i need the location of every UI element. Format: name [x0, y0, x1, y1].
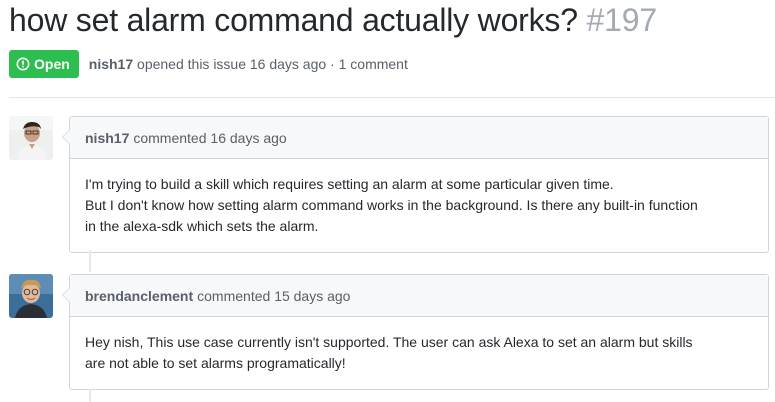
issue-author-link[interactable]: nish17: [89, 56, 133, 72]
comment-action: commented: [133, 129, 207, 146]
comment-body-line: Hey nish, This use case currently isn't …: [85, 334, 693, 350]
issue-title-text: how set alarm command actually works?: [9, 2, 578, 38]
comment-body-line: I'm trying to build a skill which requir…: [85, 176, 614, 192]
comment-time[interactable]: 15 days ago: [274, 288, 350, 304]
comment-body-line: in the alexa-sdk which sets the alarm.: [85, 218, 319, 234]
issue-opened-icon: [16, 57, 30, 71]
avatar[interactable]: [9, 274, 53, 318]
timeline-connector: [89, 250, 91, 272]
issue-opened-text: opened this issue 16 days ago · 1 commen…: [137, 56, 408, 72]
comment-header: nish17 commented 16 days ago: [70, 117, 768, 159]
comment-body-line: But I don't know how setting alarm comma…: [85, 197, 698, 213]
issue-meta-text: nish17 opened this issue 16 days ago · 1…: [89, 56, 408, 72]
comment-body-line: are not able to set alarms programatical…: [85, 355, 346, 371]
issue-number: #197: [586, 2, 658, 38]
comment-body: I'm trying to build a skill which requir…: [70, 159, 768, 252]
issue-meta: Open nish17 opened this issue 16 days ag…: [9, 50, 408, 78]
issue-title: how set alarm command actually works? #1…: [9, 2, 657, 39]
comment-action: commented: [197, 287, 271, 304]
comment-author[interactable]: brendanclement: [85, 288, 193, 304]
comment-header: brendanclement commented 15 days ago: [70, 275, 768, 317]
status-badge: Open: [9, 50, 79, 78]
status-badge-label: Open: [34, 56, 70, 72]
comment-author[interactable]: nish17: [85, 130, 129, 146]
comment: nish17 commented 16 days ago I'm trying …: [62, 116, 769, 253]
comment-time[interactable]: 16 days ago: [210, 130, 286, 146]
header-divider: [9, 97, 775, 98]
comment: brendanclement commented 15 days ago Hey…: [62, 274, 769, 390]
comment-body: Hey nish, This use case currently isn't …: [70, 317, 768, 389]
timeline-connector: [89, 389, 91, 402]
avatar[interactable]: [9, 116, 53, 160]
